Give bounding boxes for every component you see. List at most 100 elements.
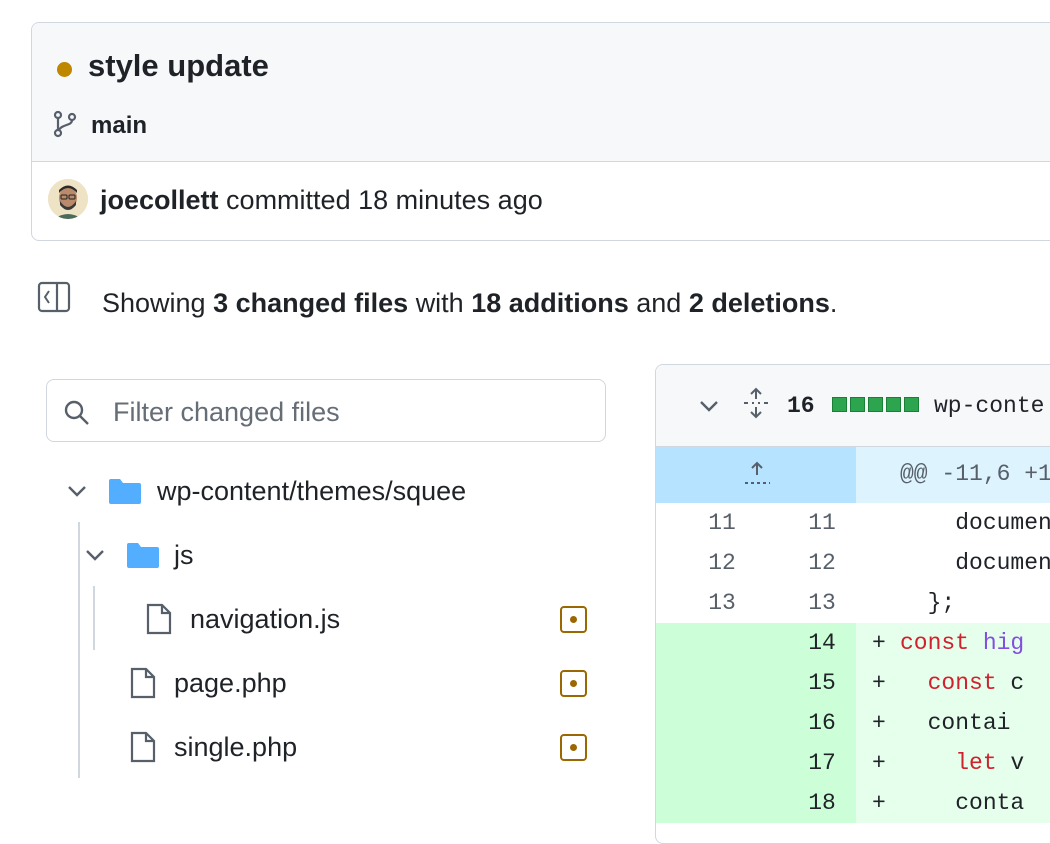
commit-meta-text: joecollett committed 18 minutes ago (100, 183, 543, 217)
file-diff-panel: 16 wp-conte @@ -11,6 +1 11 11 documen 12… (655, 364, 1050, 844)
diffstat-block (850, 397, 865, 412)
file-label: navigation.js (190, 603, 341, 634)
new-line-number[interactable]: 16 (772, 703, 872, 743)
file-icon (146, 603, 172, 635)
author-link[interactable]: joecollett (100, 185, 219, 215)
code-keyword: const (900, 630, 983, 656)
old-line-number[interactable]: 13 (672, 583, 772, 623)
avatar-image (48, 179, 88, 219)
code-text: }; (900, 590, 956, 616)
summary-deletions: 2 deletions (688, 288, 830, 318)
file-label: page.php (174, 667, 287, 698)
tree-guide-line-js (93, 586, 95, 650)
diff-sign: + (872, 710, 886, 736)
tree-folder-js[interactable]: js (82, 525, 194, 585)
file-icon (130, 667, 156, 699)
diff-line-added: 16 + contai (656, 703, 1050, 743)
folder-label: js (174, 539, 194, 570)
diffstat-block (904, 397, 919, 412)
git-branch-icon (53, 110, 77, 138)
hunk-gutter (656, 447, 856, 503)
code-keyword: let (900, 750, 1011, 776)
diff-line-added: 14 + const hig (656, 623, 1050, 663)
diff-sign: + (872, 790, 886, 816)
diffstat-bar (832, 397, 919, 412)
hunk-range: @@ -11,6 +1 (900, 461, 1050, 487)
code-text: contai (900, 703, 1011, 743)
new-line-number[interactable]: 13 (772, 583, 872, 623)
summary-with: with (415, 288, 464, 318)
diff-change-count: 16 (787, 393, 815, 419)
code-identifier: c (1010, 670, 1025, 696)
diff-file-path[interactable]: wp-conte (934, 391, 1044, 421)
code-identifier: hig (982, 630, 1025, 656)
code-text: conta (900, 783, 1024, 823)
code-text: documen (900, 550, 1050, 576)
new-line-number[interactable]: 11 (772, 503, 872, 543)
old-line-number[interactable]: 12 (672, 543, 772, 583)
code-keyword: const (900, 670, 1011, 696)
folder-label: wp-content/themes/squee (157, 475, 467, 506)
summary-files: 3 changed files (213, 288, 409, 318)
code-text: let v (900, 743, 1024, 783)
commit-status-dot (57, 62, 72, 77)
code-identifier: v (1010, 750, 1025, 776)
file-modified-icon (560, 606, 587, 633)
file-modified-icon (560, 670, 587, 697)
diff-sign: + (872, 750, 886, 776)
chevron-down-icon (86, 550, 104, 561)
code-text: const c (900, 663, 1025, 703)
expand-up-icon[interactable] (742, 459, 772, 489)
diff-line-added: 15 + const c (656, 663, 1050, 703)
old-line-number[interactable]: 11 (672, 503, 772, 543)
diff-line: 12 12 documen (656, 543, 1050, 583)
tree-file-navigation[interactable]: navigation.js (145, 589, 340, 649)
diff-summary: Showing 3 changed files with 18 addition… (102, 286, 837, 320)
tree-folder-root[interactable]: wp-content/themes/squee (64, 461, 466, 521)
commit-meta: joecollett committed 18 minutes ago (32, 162, 1050, 240)
diff-sign: + (872, 670, 886, 696)
diff-file-header: 16 wp-conte (656, 365, 1050, 447)
tree-file-single[interactable]: single.php (129, 717, 297, 777)
folder-icon (127, 543, 159, 568)
code-identifier: contai (900, 710, 1011, 736)
filter-files-input[interactable] (111, 390, 595, 434)
diff-line-added: 18 + conta (656, 783, 1050, 823)
new-line-number[interactable]: 15 (772, 663, 872, 703)
diffstat-block (886, 397, 901, 412)
diff-sign: + (872, 630, 886, 656)
file-label: single.php (174, 731, 298, 762)
new-line-number[interactable]: 14 (772, 623, 872, 663)
search-icon (64, 400, 89, 425)
summary-and: and (636, 288, 682, 318)
tree-guide-line (78, 522, 80, 778)
diffstat-block (868, 397, 883, 412)
chevron-down-icon[interactable] (696, 393, 722, 419)
diff-line-added: 17 + let v (656, 743, 1050, 783)
new-line-number[interactable]: 17 (772, 743, 872, 783)
chevron-down-icon (68, 486, 86, 497)
new-line-number[interactable]: 12 (772, 543, 872, 583)
branch-name[interactable]: main (91, 111, 147, 141)
diffstat-block (832, 397, 847, 412)
file-modified-icon (560, 734, 587, 761)
commit-header-card: style update main joecollett committed 1… (31, 22, 1050, 241)
code-text: const hig (900, 623, 1024, 663)
code-identifier: conta (900, 790, 1025, 816)
toggle-file-tree-icon[interactable] (37, 281, 71, 313)
commit-time: 18 minutes ago (358, 185, 543, 215)
commit-title: style update (88, 48, 269, 83)
filter-files-box (46, 379, 606, 442)
summary-additions: 18 additions (471, 288, 629, 318)
file-icon (130, 731, 156, 763)
summary-suffix: . (829, 288, 838, 318)
new-line-number[interactable]: 18 (772, 783, 872, 823)
diff-line: 11 11 documen (656, 503, 1050, 543)
commit-title-area: style update main (32, 23, 1050, 162)
commit-action: committed (226, 185, 351, 215)
folder-icon (109, 479, 141, 504)
expand-all-icon[interactable] (742, 387, 770, 419)
author-avatar[interactable] (48, 179, 88, 219)
tree-file-page[interactable]: page.php (129, 653, 287, 713)
diff-hunk-header: @@ -11,6 +1 (656, 447, 1050, 503)
